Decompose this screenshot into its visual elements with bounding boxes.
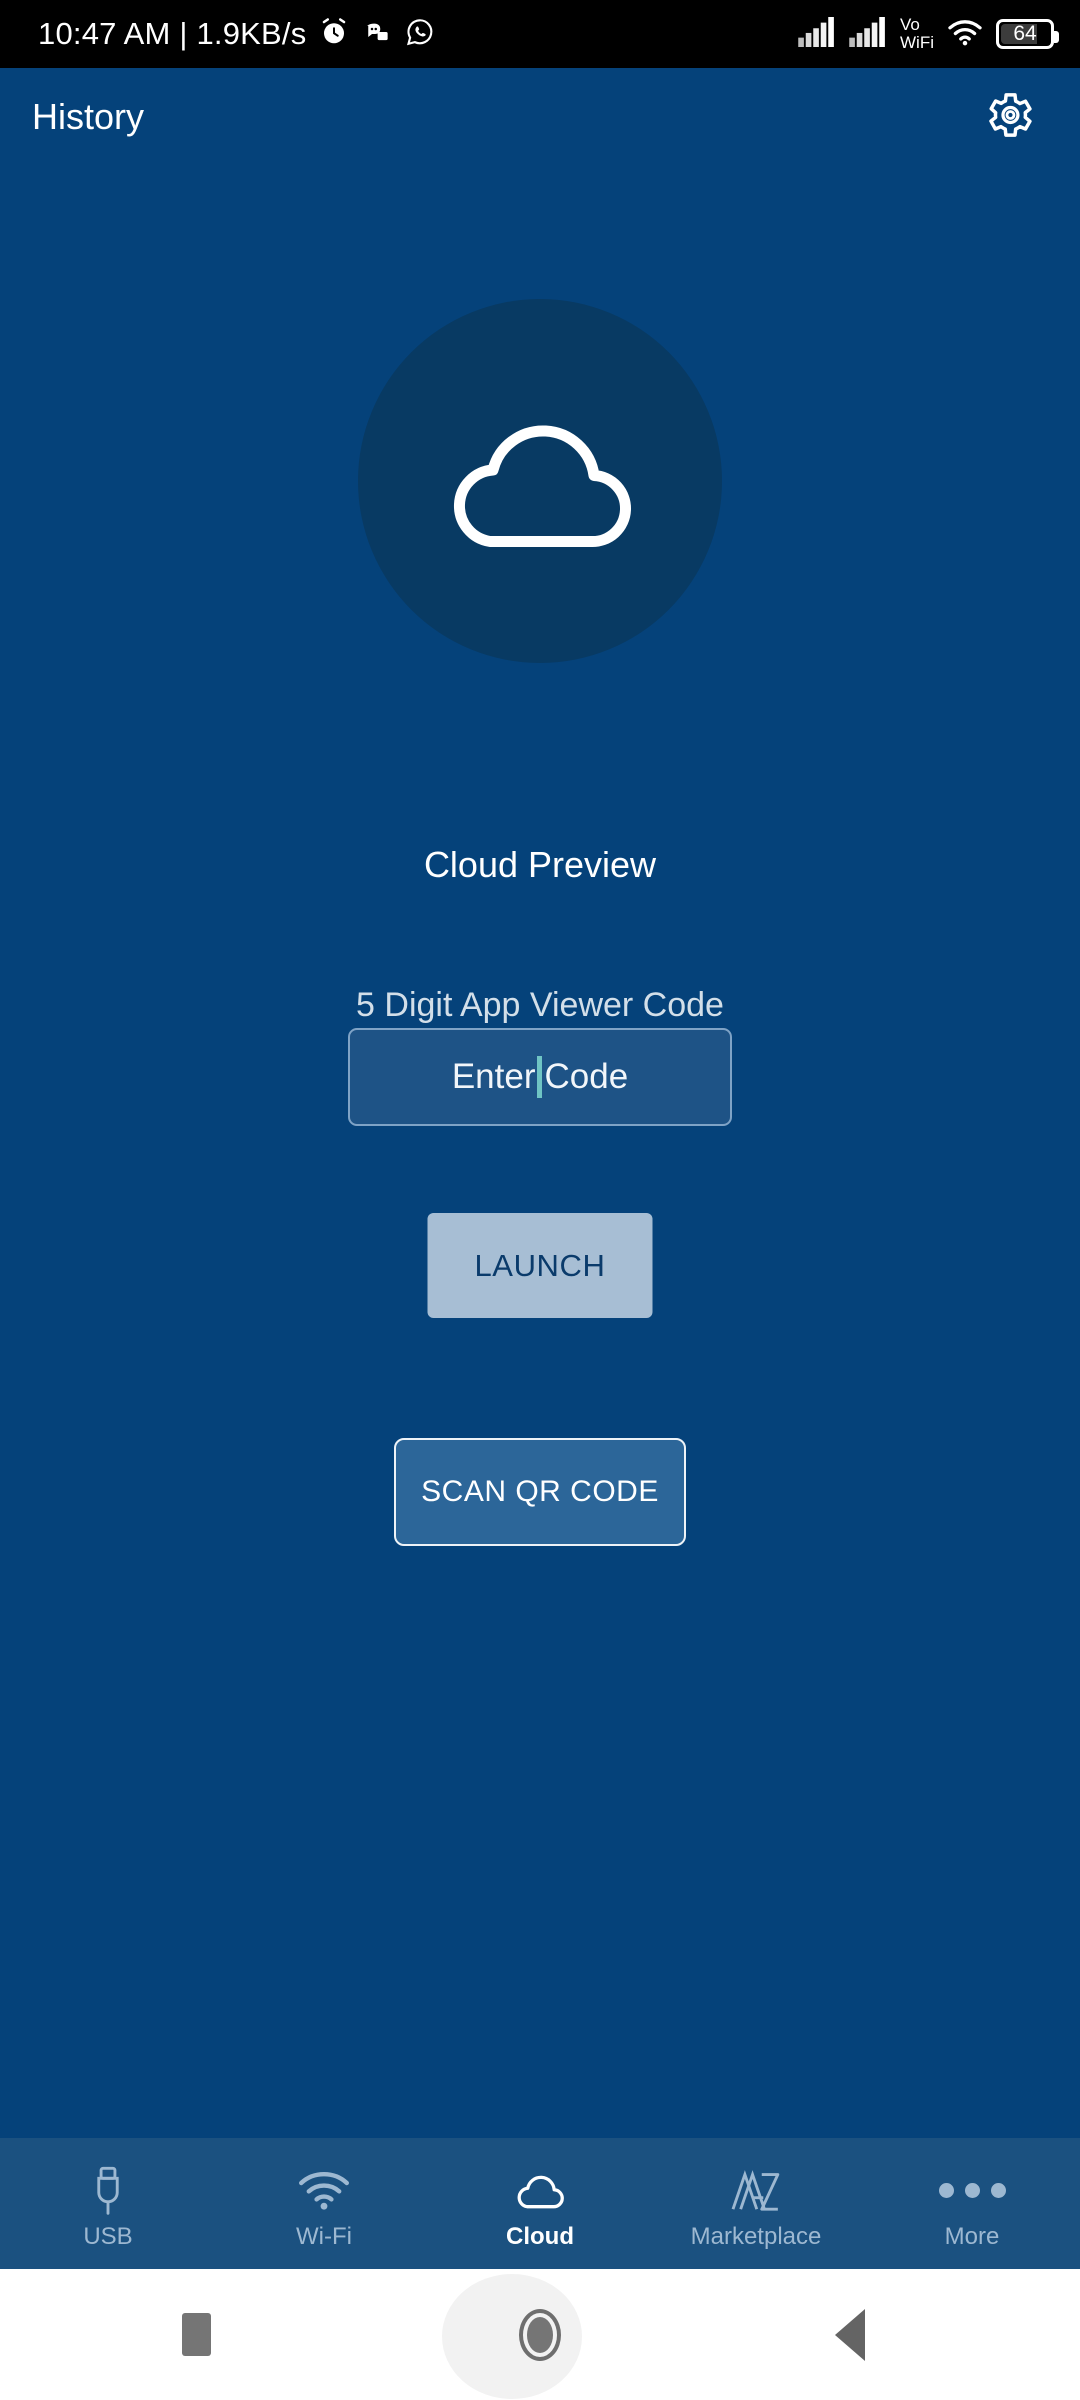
- cloud-logo-circle: [358, 299, 722, 663]
- page-title: History: [32, 96, 145, 137]
- tab-more-label: More: [944, 2222, 1000, 2250]
- settings-button[interactable]: [972, 81, 1044, 153]
- cloud-icon: [510, 2165, 570, 2217]
- status-bar-right: Vo WiFi 64: [798, 16, 1059, 52]
- code-input-placeholder: Enter Code: [452, 1056, 628, 1098]
- recents-button[interactable]: [126, 2269, 266, 2400]
- app-bar: History: [0, 68, 1080, 166]
- volte-line-1: Vo: [900, 15, 920, 34]
- whatsapp-icon: [405, 17, 435, 52]
- more-dots: [938, 2183, 1006, 2198]
- home-circle-icon: [519, 2308, 561, 2361]
- battery-icon: 64: [996, 19, 1059, 49]
- battery-level: 64: [1013, 22, 1037, 45]
- code-input[interactable]: Enter Code: [348, 1028, 732, 1126]
- bottom-tab-bar: USB Wi-Fi Cloud Marketplace More: [0, 2138, 1080, 2269]
- wifi-icon: [298, 2165, 350, 2217]
- android-system-nav: [0, 2269, 1080, 2400]
- text-caret: [537, 1056, 543, 1098]
- dot: [964, 2183, 980, 2198]
- signal-bars-icon: [798, 16, 836, 52]
- cloud-icon: [430, 399, 650, 564]
- more-dots-icon: [938, 2165, 1006, 2217]
- tab-usb-label: USB: [83, 2222, 133, 2250]
- code-field-label: 5 Digit App Viewer Code: [356, 986, 724, 1024]
- tab-usb[interactable]: USB: [0, 2138, 216, 2269]
- status-clock: 10:47 AM | 1.9KB/s: [38, 16, 307, 51]
- preview-title: Cloud Preview: [423, 844, 657, 885]
- tab-marketplace[interactable]: Marketplace: [648, 2138, 864, 2269]
- home-button[interactable]: [470, 2269, 610, 2400]
- tab-marketplace-label: Marketplace: [690, 2222, 822, 2250]
- marketplace-icon: [729, 2165, 783, 2217]
- app-bar-actions: [972, 81, 1044, 153]
- dot: [938, 2183, 954, 2198]
- back-triangle-icon: [835, 2308, 865, 2361]
- phone-screen: 10:47 AM | 1.9KB/s Vo WiFi 64 History Cl…: [0, 0, 1080, 2400]
- recents-square-icon: [181, 2313, 211, 2356]
- status-bar-left: 10:47 AM | 1.9KB/s: [38, 16, 435, 52]
- cloud-logo-wrap: [0, 299, 1080, 663]
- back-button[interactable]: [780, 2269, 920, 2400]
- scan-qr-code-button[interactable]: SCAN QR CODE: [394, 1438, 686, 1546]
- volte-wifi-indicator: Vo WiFi: [900, 16, 934, 52]
- volte-line-2: WiFi: [900, 33, 934, 52]
- status-bar: 10:47 AM | 1.9KB/s Vo WiFi 64: [0, 0, 1080, 68]
- tab-cloud-label: Cloud: [506, 2222, 574, 2250]
- discord-icon: [362, 17, 392, 52]
- placeholder-right: Code: [544, 1057, 629, 1096]
- gear-icon: [980, 87, 1036, 148]
- main-content: Cloud Preview 5 Digit App Viewer Code En…: [0, 166, 1080, 2138]
- usb-icon: [86, 2165, 130, 2217]
- wifi-icon: [947, 18, 983, 51]
- placeholder-left: Enter: [451, 1057, 536, 1096]
- alarm-clock-icon: [319, 17, 349, 52]
- tab-wifi-label: Wi-Fi: [296, 2222, 352, 2250]
- launch-button[interactable]: LAUNCH: [427, 1213, 653, 1318]
- tab-wifi[interactable]: Wi-Fi: [216, 2138, 432, 2269]
- tab-cloud[interactable]: Cloud: [432, 2138, 648, 2269]
- dot: [990, 2183, 1006, 2198]
- signal-bars-icon: [849, 16, 887, 52]
- tab-more[interactable]: More: [864, 2138, 1080, 2269]
